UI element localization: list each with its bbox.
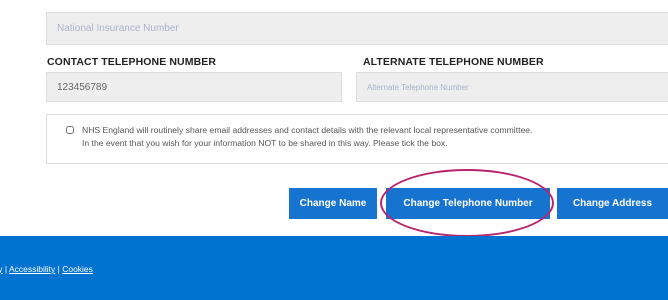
consent-panel: NHS England will routinely share email a… bbox=[46, 114, 668, 164]
consent-checkbox[interactable] bbox=[66, 126, 74, 134]
contact-telephone-field[interactable] bbox=[46, 72, 342, 102]
alternate-telephone-field[interactable] bbox=[356, 72, 668, 102]
change-name-button[interactable]: Change Name bbox=[289, 188, 377, 219]
footer-links: cy | Accessibility | Cookies bbox=[0, 264, 93, 274]
change-telephone-number-button[interactable]: Change Telephone Number bbox=[386, 188, 550, 219]
account-details-page: CONTACT TELEPHONE NUMBER ALTERNATE TELEP… bbox=[0, 0, 668, 300]
cookies-link[interactable]: Cookies bbox=[62, 264, 93, 274]
contact-telephone-input[interactable] bbox=[47, 73, 341, 101]
accessibility-link[interactable]: Accessibility bbox=[9, 264, 55, 274]
consent-text-line-2: In the event that you wish for your info… bbox=[82, 138, 448, 148]
contact-telephone-label: CONTACT TELEPHONE NUMBER bbox=[47, 56, 217, 68]
alternate-telephone-label: ALTERNATE TELEPHONE NUMBER bbox=[363, 56, 544, 68]
footer: cy | Accessibility | Cookies bbox=[0, 236, 668, 300]
consent-text: NHS England will routinely share email a… bbox=[82, 124, 532, 150]
change-address-button[interactable]: Change Address bbox=[557, 188, 668, 219]
alternate-telephone-input[interactable] bbox=[357, 73, 668, 101]
consent-text-line-1: NHS England will routinely share email a… bbox=[82, 125, 533, 135]
national-insurance-field[interactable] bbox=[46, 12, 668, 45]
national-insurance-input[interactable] bbox=[47, 13, 668, 44]
